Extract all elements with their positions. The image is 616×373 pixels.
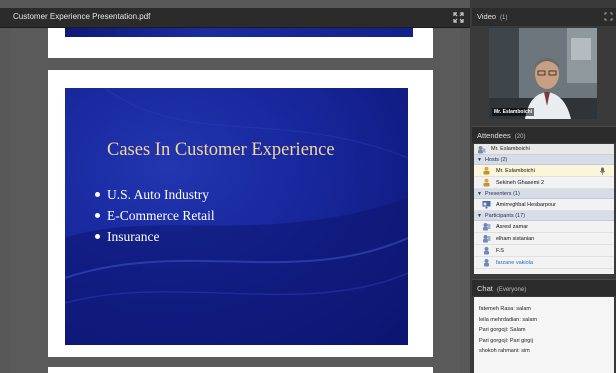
- participant-user-icon: [484, 247, 489, 255]
- slide: Cases In Customer Experience U.S. Auto I…: [65, 88, 408, 345]
- participant-user-icon: [483, 235, 491, 243]
- participant-user-icon: [483, 223, 491, 231]
- current-page: Cases In Customer Experience U.S. Auto I…: [48, 70, 433, 357]
- video-feed[interactable]: Mr. Eslamboichi: [489, 28, 597, 119]
- bullet-dot-icon: [95, 192, 100, 198]
- attendees-list[interactable]: Mr. Eslamboichi ▼ Hosts (2) Mr. Eslamboic…: [474, 144, 614, 274]
- chat-scope: (Everyone): [496, 287, 527, 293]
- chat-panel-header: Chat (Everyone): [472, 279, 616, 296]
- video-speaker-image: [489, 28, 597, 119]
- chat-message: fatemeh Rasa: salam: [479, 306, 531, 312]
- bullet-dot-icon: [95, 213, 100, 219]
- video-expand-icon[interactable]: [604, 12, 613, 21]
- list-item[interactable]: Asresl zamar: [474, 221, 614, 233]
- previous-page: [48, 28, 433, 58]
- slide-bullet: U.S. Auto Industry: [95, 184, 215, 205]
- document-viewport[interactable]: Cases In Customer Experience U.S. Auto I…: [10, 28, 460, 373]
- slide-bullet-list: U.S. Auto Industry E-Commerce Retail Ins…: [95, 184, 215, 247]
- list-item[interactable]: Mr. Eslamboichi: [474, 165, 614, 177]
- chat-message: Pari gorgoji: Salam: [479, 327, 526, 333]
- list-item[interactable]: farzane vakiola: [474, 257, 614, 269]
- slide-title: Cases In Customer Experience: [107, 140, 335, 160]
- document-title: Customer Experience Presentation.pdf: [13, 12, 151, 21]
- current-user-name: Mr. Eslamboichi: [491, 146, 530, 152]
- slide-bullet: E-Commerce Retail: [95, 205, 215, 226]
- participant-user-icon: [484, 259, 489, 267]
- video-panel-header: Video (1): [472, 8, 616, 26]
- video-panel-title: Video: [477, 12, 497, 21]
- chat-messages[interactable]: fatemeh Rasa: salam leila mehrdadian: sa…: [474, 297, 614, 373]
- web-conference-app: Customer Experience Presentation.pdf Cas…: [0, 0, 616, 373]
- video-speaker-name: Mr. Eslamboichi: [492, 108, 535, 116]
- bullet-dot-icon: [95, 234, 100, 240]
- video-count: (1): [500, 15, 508, 21]
- group-hosts[interactable]: ▼ Hosts (2): [474, 155, 614, 165]
- presenter-user-icon: [478, 145, 486, 153]
- attendees-count: (20): [514, 134, 526, 140]
- current-user-row[interactable]: Mr. Eslamboichi: [474, 144, 614, 155]
- list-item[interactable]: Amirreghbal Hesbarpour: [474, 199, 614, 211]
- host-user-icon: [483, 178, 490, 187]
- slide-bullet: Insurance: [95, 226, 215, 247]
- chat-message: leila mehrdadian: salam: [479, 316, 538, 323]
- list-item[interactable]: Sekineh Ghasemi 2: [474, 177, 614, 189]
- group-participants[interactable]: ▼ Participants (17): [474, 211, 614, 221]
- side-panels: Video (1) Mr. Eslamboichi Attendees (20)…: [472, 0, 616, 373]
- list-item[interactable]: elham sistanian: [474, 233, 614, 245]
- document-pane: Customer Experience Presentation.pdf Cas…: [0, 0, 470, 373]
- caret-down-icon: ▼: [477, 212, 482, 219]
- group-presenters[interactable]: ▼ Presenters (1): [474, 189, 614, 199]
- attendees-panel-header: Attendees (20): [472, 126, 616, 143]
- previous-slide-fragment: [65, 28, 413, 37]
- presenter-user-icon: [482, 201, 491, 209]
- host-user-icon: [483, 166, 490, 175]
- microphone-icon: [599, 167, 606, 175]
- chat-message: shokoh rahmani: sim: [479, 348, 530, 354]
- caret-down-icon: ▼: [477, 156, 482, 163]
- next-page: [48, 367, 433, 373]
- caret-down-icon: ▼: [477, 190, 482, 197]
- list-item[interactable]: F.S: [474, 245, 614, 257]
- chat-panel-title: Chat: [477, 284, 493, 293]
- chat-message: Pari gorgoji: Pari girgij: [479, 337, 533, 344]
- attendees-panel-title: Attendees: [477, 131, 511, 140]
- document-titlebar: Customer Experience Presentation.pdf: [0, 8, 470, 28]
- expand-icon[interactable]: [453, 12, 464, 23]
